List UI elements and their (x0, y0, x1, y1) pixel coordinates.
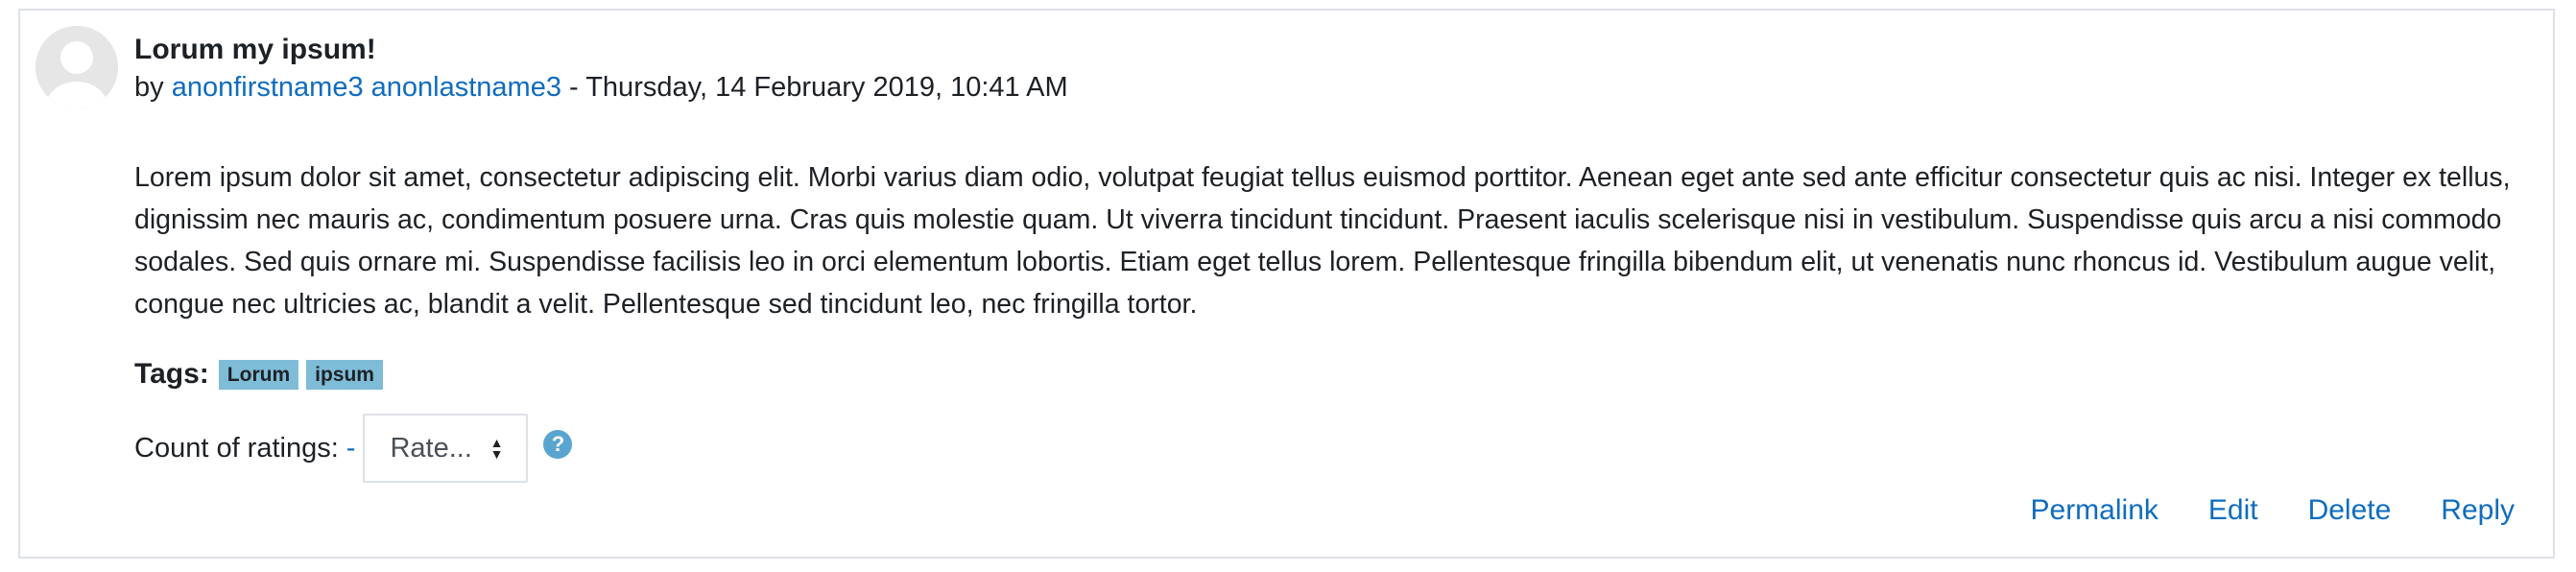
delete-link[interactable]: Delete (2308, 494, 2392, 527)
forum-post: Lorum my ipsum! by anonfirstname3 anonla… (18, 9, 2555, 559)
select-caret-icon: ▲ ▼ (489, 435, 504, 462)
rating-row: Count of ratings: - Rate... ▲ ▼ ? (134, 414, 573, 483)
post-body-text: Lorem ipsum dolor sit amet, consectetur … (134, 162, 2511, 320)
edit-link[interactable]: Edit (2208, 494, 2258, 527)
user-avatar[interactable] (36, 26, 118, 108)
tag-ipsum[interactable]: ipsum (306, 359, 383, 390)
post-content: Lorem ipsum dolor sit amet, consectetur … (134, 156, 2553, 325)
default-user-icon (36, 26, 118, 108)
rating-count-link[interactable]: - (346, 433, 356, 465)
author-link[interactable]: anonfirstname3 anonlastname3 (172, 72, 561, 103)
permalink-link[interactable]: Permalink (2031, 494, 2159, 527)
rating-label: Count of ratings: (134, 432, 339, 464)
post-actions: Permalink Edit Delete Reply (2031, 494, 2516, 527)
rate-select-value: Rate... (390, 432, 472, 464)
byline-prefix: by (134, 72, 172, 103)
rate-select[interactable]: Rate... ▲ ▼ (363, 414, 529, 483)
tags-row: Tags: Lorum ipsum (134, 358, 391, 391)
tag-lorum[interactable]: Lorum (218, 359, 299, 390)
tags-label: Tags: (134, 358, 209, 390)
question-circle-icon[interactable]: ? (543, 430, 573, 459)
post-byline: by anonfirstname3 anonlastname3 - Thursd… (134, 72, 1068, 104)
post-subject: Lorum my ipsum! (134, 34, 376, 65)
post-date: - Thursday, 14 February 2019, 10:41 AM (561, 72, 1068, 103)
reply-link[interactable]: Reply (2441, 494, 2515, 527)
